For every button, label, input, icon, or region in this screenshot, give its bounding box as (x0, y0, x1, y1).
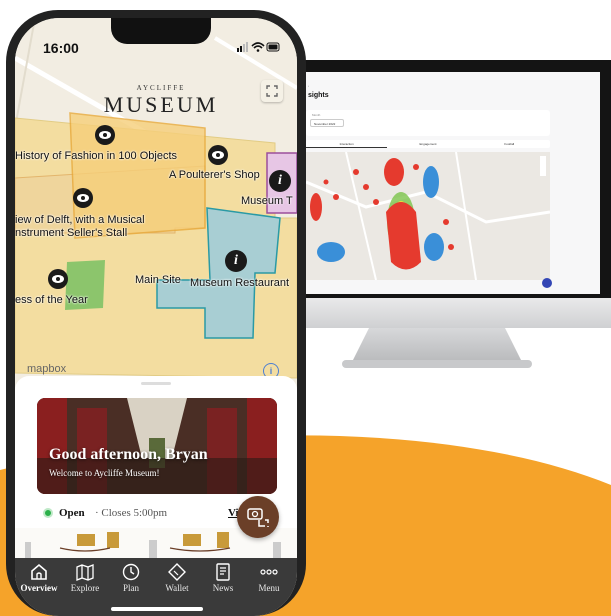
tab-label: Plan (122, 583, 139, 593)
camera-scan-icon (247, 508, 269, 527)
museum-logo: AYCLIFFE MUSEUM (101, 84, 221, 124)
logo-wordmark: MUSEUM (103, 92, 219, 117)
info-pin-icon[interactable]: i (269, 170, 291, 192)
phone-notch (111, 18, 211, 44)
filter-label: Month (312, 113, 321, 117)
filter-card: Month November 2022 (306, 110, 550, 136)
status-time: 16:00 (43, 40, 79, 56)
map-label-museum-restaurant[interactable]: Museum Restaurant (190, 277, 289, 289)
ticket-icon (168, 563, 186, 581)
eye-pin-icon[interactable] (207, 144, 229, 166)
monitor-stand (352, 328, 522, 362)
clock-icon (122, 563, 140, 581)
eye-pin-icon[interactable] (47, 268, 69, 290)
open-status-label: Open (59, 507, 85, 519)
tab-label: Explore (70, 583, 100, 593)
eye-pin-icon[interactable] (94, 124, 116, 146)
more-icon (260, 569, 278, 575)
map-label-history-fashion[interactable]: History of Fashion in 100 Objects (15, 150, 177, 162)
map-label-view-delft[interactable]: iew of Delft, with a Musical (15, 214, 145, 226)
map-icon (76, 564, 94, 581)
map-label-main-site[interactable]: Main Site (135, 274, 181, 286)
heatmap[interactable] (306, 152, 550, 280)
open-status-dot (43, 508, 53, 518)
tab-interaction[interactable]: Interaction (306, 140, 388, 148)
home-indicator (111, 607, 203, 611)
tab-overview[interactable]: Overview (17, 562, 61, 593)
expand-icon (266, 85, 278, 97)
info-pin-icon[interactable]: i (225, 250, 247, 272)
tab-wallet[interactable]: Wallet (155, 562, 199, 593)
heatmap-graphic (306, 152, 550, 280)
tab-label: Wallet (165, 583, 189, 593)
tab-explore[interactable]: Explore (63, 562, 107, 593)
map-label-poulterer[interactable]: A Poulterer's Shop (169, 169, 260, 181)
monitor-base (342, 360, 532, 368)
tab-menu[interactable]: Menu (247, 562, 291, 593)
map-label-of-the-year[interactable]: ess of the Year (15, 294, 88, 306)
tab-plan[interactable]: Plan (109, 562, 153, 593)
welcome-hero-card[interactable]: Good afternoon, Bryan Welcome to Aycliff… (37, 398, 277, 494)
mapbox-logo: mapbox (27, 363, 67, 375)
expand-map-button[interactable] (261, 80, 283, 102)
tab-label: Overview (20, 583, 58, 593)
scan-button[interactable] (237, 496, 279, 538)
greeting-subtitle: Welcome to Aycliffe Museum! (49, 468, 160, 478)
phone-screen: 16:00 AYCLIFFE MUSEUM History of Fashion… (15, 18, 297, 616)
closing-time: · Closes 5:00pm (95, 507, 168, 519)
dashboard-fab-button[interactable] (542, 278, 552, 288)
monitor-chin (292, 298, 611, 328)
month-select[interactable]: November 2022 (310, 119, 344, 127)
tab-footfall[interactable]: Footfall (469, 140, 550, 148)
dashboard-title: sights (308, 92, 329, 99)
tab-engagement[interactable]: Engagement (387, 140, 468, 148)
logo-subtitle: AYCLIFFE (136, 84, 186, 92)
desktop-monitor: • sights Month November 2022 Interaction… (262, 60, 611, 390)
phone-frame: 16:00 AYCLIFFE MUSEUM History of Fashion… (6, 10, 306, 616)
tab-news[interactable]: News (201, 562, 245, 593)
status-icons (237, 42, 280, 52)
tab-label: Menu (258, 583, 280, 593)
greeting-title: Good afternoon, Bryan (49, 446, 208, 463)
tab-label: News (212, 583, 234, 593)
dashboard-breadcrumb: • (308, 84, 310, 88)
newspaper-icon (216, 563, 230, 581)
insights-dashboard: • sights Month November 2022 Interaction… (300, 72, 600, 294)
eye-pin-icon[interactable] (72, 187, 94, 209)
map-label-museum-t[interactable]: Museum T (241, 195, 293, 207)
home-icon (31, 563, 47, 580)
map-label-instrument-seller[interactable]: nstrument Seller's Stall (15, 227, 127, 239)
sheet-grabber[interactable] (141, 382, 171, 385)
dashboard-tabs: Interaction Engagement Footfall (306, 140, 550, 148)
